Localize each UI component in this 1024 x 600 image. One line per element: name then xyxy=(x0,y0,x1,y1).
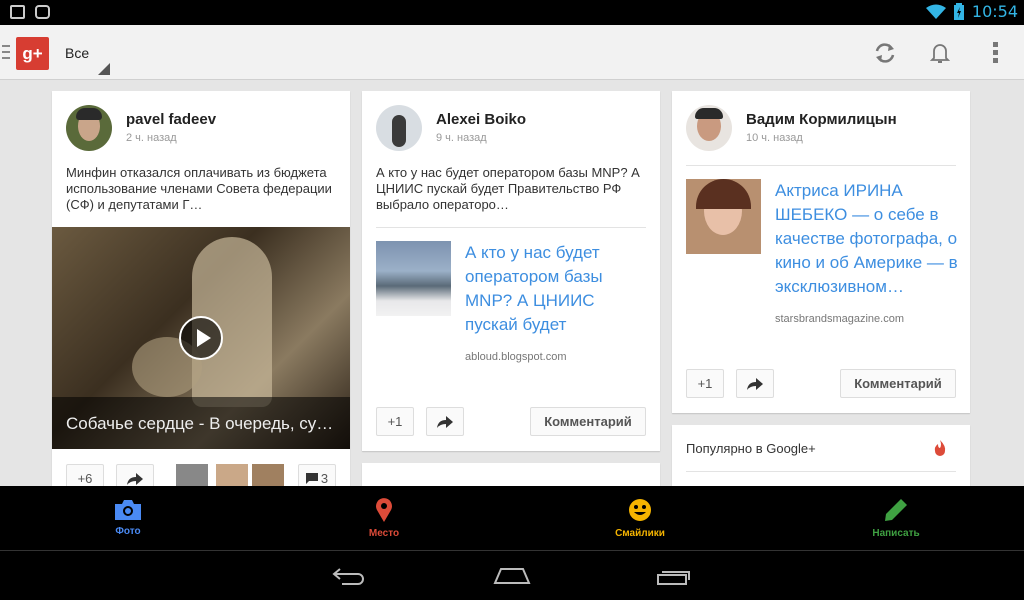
pencil-icon xyxy=(885,499,907,521)
emoticons-tab[interactable]: Смайлики xyxy=(512,486,768,551)
battery-icon xyxy=(953,3,964,20)
notifications-button[interactable] xyxy=(926,39,954,67)
clock: 10:54 xyxy=(971,2,1018,21)
avatar[interactable] xyxy=(66,105,112,151)
link-thumbnail[interactable] xyxy=(376,241,451,316)
share-icon xyxy=(747,377,763,390)
video-thumbnail[interactable]: Собачье сердце - В очередь, су… xyxy=(52,227,350,449)
play-icon[interactable] xyxy=(179,316,223,360)
emoticons-tab-label: Смайлики xyxy=(615,528,665,539)
avatar[interactable] xyxy=(686,105,732,151)
dropdown-corner-icon xyxy=(98,63,110,75)
system-navigation-bar xyxy=(0,551,1024,600)
status-bar: 10:54 xyxy=(0,0,1024,25)
share-button[interactable] xyxy=(736,369,774,398)
post-time: 2 ч. назад xyxy=(126,132,177,144)
comment-icon xyxy=(305,473,318,484)
post-text: А кто у нас будет оператором базы MNP? А… xyxy=(376,165,640,212)
share-icon xyxy=(437,415,453,428)
write-tab[interactable]: Написать xyxy=(768,486,1024,551)
location-tab[interactable]: Место xyxy=(256,486,512,551)
post-text: Минфин отказался оплачивать из бюджета и… xyxy=(66,165,332,212)
bell-icon xyxy=(930,44,950,63)
comments-count: 3 xyxy=(320,471,329,486)
divider xyxy=(686,471,956,472)
action-bar: g+ Все xyxy=(0,25,1024,80)
recent-apps-icon[interactable] xyxy=(656,567,692,585)
trending-title: Популярно в Google+ xyxy=(686,441,816,456)
link-thumbnail[interactable] xyxy=(686,179,761,254)
drawer-icon[interactable] xyxy=(2,45,10,59)
overflow-menu-button[interactable] xyxy=(982,39,1010,67)
plus-one-button[interactable]: +1 xyxy=(686,369,724,398)
link-domain: starsbrandsmagazine.com xyxy=(775,313,905,325)
post-time: 9 ч. назад xyxy=(436,132,487,144)
photo-tab[interactable]: Фото xyxy=(0,486,256,551)
post-card[interactable]: pavel fadeev 2 ч. назад Минфин отказался… xyxy=(52,91,350,491)
author-name[interactable]: Alexei Boiko xyxy=(436,111,526,128)
share-icon xyxy=(127,472,143,485)
back-icon[interactable] xyxy=(332,567,368,585)
smiley-icon xyxy=(629,499,651,521)
location-pin-icon xyxy=(376,498,392,522)
wifi-icon xyxy=(925,4,946,19)
refresh-button[interactable] xyxy=(871,39,899,67)
trending-card[interactable]: Популярно в Google+ xyxy=(672,425,970,493)
divider xyxy=(686,165,956,166)
chat-notification-icon xyxy=(35,5,50,19)
avatar[interactable] xyxy=(376,105,422,151)
write-tab-label: Написать xyxy=(872,528,920,539)
author-name[interactable]: pavel fadeev xyxy=(126,111,216,128)
share-button[interactable] xyxy=(426,407,464,436)
link-title[interactable]: А кто у нас будет оператором базы MNP? А… xyxy=(465,241,645,337)
more-vert-icon xyxy=(993,42,998,63)
post-time: 10 ч. назад xyxy=(746,132,803,144)
location-tab-label: Место xyxy=(368,528,400,539)
comment-button[interactable]: Комментарий xyxy=(840,369,956,398)
flame-icon xyxy=(934,440,946,456)
divider xyxy=(376,227,646,228)
video-caption: Собачье сердце - В очередь, су… xyxy=(52,397,350,449)
bottom-action-bar: Фото Место Смайлики Написать xyxy=(0,486,1024,551)
home-icon[interactable] xyxy=(493,567,531,585)
google-plus-logo[interactable]: g+ xyxy=(16,37,49,70)
refresh-icon xyxy=(875,43,895,63)
image-notification-icon xyxy=(10,5,25,19)
stream-selector[interactable]: Все xyxy=(65,45,89,61)
link-domain: abloud.blogspot.com xyxy=(465,351,567,363)
link-title[interactable]: Актриса ИРИНА ШЕБЕКО — о себе в качестве… xyxy=(775,179,960,299)
camera-icon xyxy=(115,500,141,520)
post-card[interactable]: Вадим Кормилицын 10 ч. назад Актриса ИРИ… xyxy=(672,91,970,413)
comment-button[interactable]: Комментарий xyxy=(530,407,646,436)
post-card[interactable]: Alexei Boiko 9 ч. назад А кто у нас буде… xyxy=(362,91,660,451)
author-name[interactable]: Вадим Кормилицын xyxy=(746,111,897,128)
photo-tab-label: Фото xyxy=(115,526,141,537)
plus-one-button[interactable]: +1 xyxy=(376,407,414,436)
